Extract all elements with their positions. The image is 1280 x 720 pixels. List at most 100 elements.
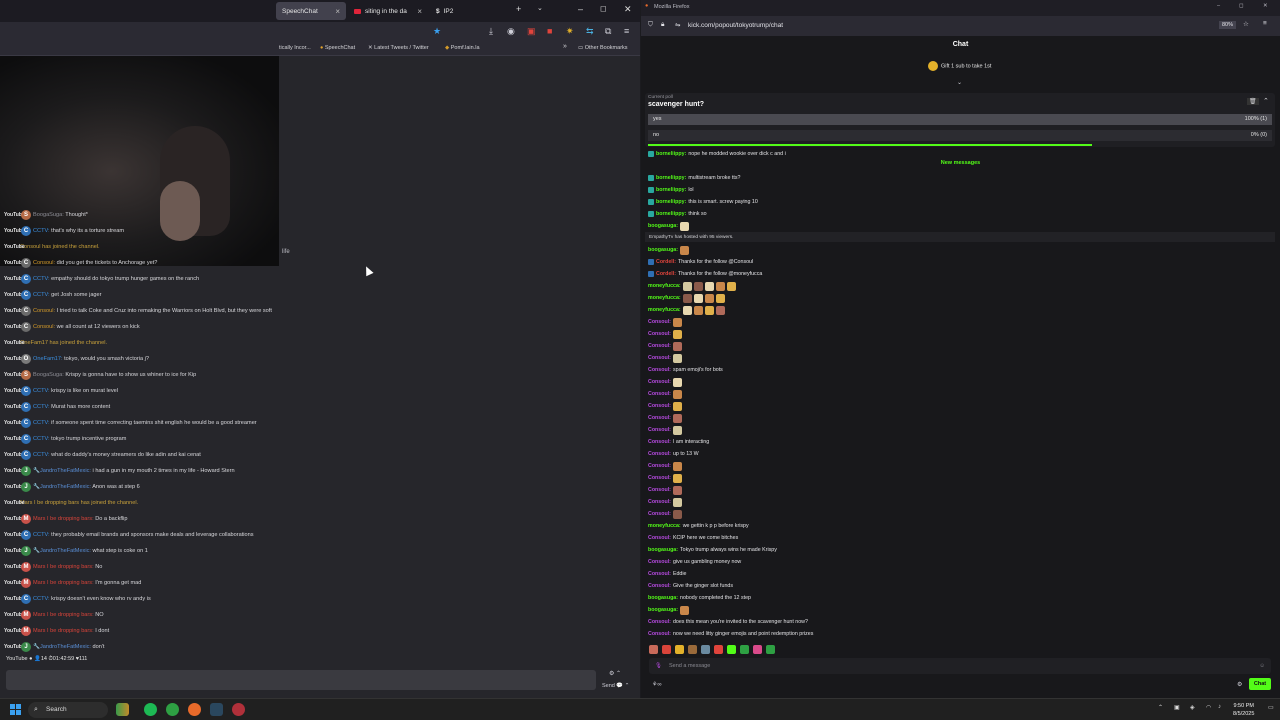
tray-app-icon[interactable]: ◈ — [1190, 704, 1195, 711]
taskbar-clock[interactable]: 9:50 PM 8/5/2025 — [1233, 702, 1254, 718]
chat-username[interactable]: Consoul: — [648, 367, 671, 373]
wifi-icon[interactable]: ◠ — [1206, 704, 1211, 711]
zoom-level[interactable]: 80% — [1219, 21, 1237, 29]
obs-icon[interactable] — [232, 703, 245, 716]
chat-username[interactable]: moneyfucca: — [648, 307, 681, 313]
settings-icon[interactable]: ⚙ — [1237, 681, 1242, 688]
menu-icon[interactable]: ≡ — [624, 26, 629, 36]
chat-username[interactable]: Consoul: — [648, 571, 671, 577]
chat-username[interactable]: CCTV: — [33, 452, 50, 458]
chat-username[interactable]: boogasuga: — [648, 607, 678, 613]
poll-option-yes[interactable]: yes 100% (1) — [648, 114, 1272, 125]
chat-username[interactable]: Cordell: — [656, 271, 676, 277]
windows-start-icon[interactable] — [10, 704, 21, 715]
chat-username[interactable]: borneliippy: — [656, 199, 686, 205]
chat-username[interactable]: Mars I be dropping bars: — [33, 628, 94, 634]
chat-username[interactable]: CCTV: — [33, 436, 50, 442]
chat-username[interactable]: CCTV: — [33, 404, 50, 410]
translate-icon[interactable]: ⇆ — [586, 26, 594, 37]
minimize-icon[interactable]: – — [578, 4, 583, 14]
chat-username[interactable]: Mars I be dropping bars: — [33, 612, 94, 618]
emote-icon[interactable] — [662, 645, 671, 654]
emote-icon[interactable] — [766, 645, 775, 654]
url-bar[interactable]: ⛉ 🔒︎ ⇋ kick.com/popout/tokyotrump/chat 8… — [641, 16, 1280, 36]
message-input[interactable]: 🎙︎ Send a message ☺ — [649, 658, 1271, 674]
chat-username[interactable]: Consoul: — [648, 427, 671, 433]
download-icon[interactable]: ⤓ — [489, 26, 493, 37]
chat-username[interactable]: Consoul: — [648, 451, 671, 457]
volume-icon[interactable]: ♪ — [1218, 704, 1221, 710]
tab-ip2[interactable]: $ IP2 — [430, 2, 510, 20]
chat-username[interactable]: boogasuga: — [648, 247, 678, 253]
send-button[interactable]: Send 💬 ⌃ — [602, 683, 629, 689]
tab-youtube[interactable]: siting in the da × — [348, 2, 428, 20]
app-icon[interactable] — [166, 703, 179, 716]
ublock-icon[interactable]: ■ — [547, 26, 552, 36]
chat-username[interactable]: BoogaSuga: — [33, 372, 64, 378]
chat-username[interactable]: 🔧JandroTheFatMexic: — [33, 644, 91, 650]
chat-username[interactable]: Consoul: — [648, 319, 671, 325]
menu-icon[interactable]: ≡ — [1263, 20, 1267, 27]
chat-username[interactable]: 🔧JandroTheFatMexic: — [33, 548, 91, 554]
emote-icon[interactable] — [727, 645, 736, 654]
sun-icon[interactable]: ✷ — [566, 26, 574, 37]
emote-icon[interactable] — [675, 645, 684, 654]
tray-app-icon[interactable]: ▣ — [1174, 704, 1180, 711]
chat-username[interactable]: Consoul: — [33, 308, 55, 314]
emote-icon[interactable] — [753, 645, 762, 654]
chat-username[interactable]: Consoul: — [648, 535, 671, 541]
more-bookmarks-icon[interactable]: » — [563, 43, 567, 50]
chat-username[interactable]: boogasuga: — [648, 547, 678, 553]
chat-username[interactable]: Cordell: — [656, 259, 676, 265]
chat-username[interactable]: borneliippy: — [656, 151, 686, 157]
chat-send-button[interactable]: Chat — [1249, 678, 1271, 690]
chat-username[interactable]: BoogaSuga: — [33, 212, 64, 218]
chat-username[interactable]: 🔧JandroTheFatMexic: — [33, 484, 91, 490]
chat-username[interactable]: Consoul: — [648, 487, 671, 493]
chat-username[interactable]: Mars I be dropping bars: — [33, 564, 94, 570]
collapse-icon[interactable]: ⌃ — [1263, 97, 1269, 105]
emoji-icon[interactable]: ☺ — [1259, 658, 1265, 674]
chat-username[interactable]: Consoul: — [648, 331, 671, 337]
mic-icon[interactable]: 🎙︎ — [655, 658, 662, 674]
chat-username[interactable]: Consoul: — [33, 260, 55, 266]
chat-username[interactable]: CCTV: — [33, 228, 50, 234]
chat-username[interactable]: Consoul: — [648, 463, 671, 469]
gift-sub-banner[interactable]: Gift 1 sub to take 1st — [928, 61, 991, 71]
chat-username[interactable]: borneliippy: — [656, 211, 686, 217]
close-window-icon[interactable]: ✕ — [1263, 3, 1268, 9]
spotify-icon[interactable] — [144, 703, 157, 716]
account-icon[interactable]: ◉ — [507, 26, 515, 37]
close-window-icon[interactable]: ✕ — [624, 4, 632, 15]
bookmark-item[interactable]: tically Incor... — [279, 45, 311, 51]
tab-speechchat[interactable]: SpeechChat × — [276, 2, 346, 20]
chat-username[interactable]: Consoul: — [648, 379, 671, 385]
widgets-icon[interactable] — [116, 703, 129, 716]
chat-username[interactable]: 🔧JandroTheFatMexic: — [33, 468, 91, 474]
chat-username[interactable]: Consoul: — [648, 355, 671, 361]
puzzle-icon[interactable]: ⧉ — [605, 26, 611, 37]
chat-username[interactable]: CCTV: — [33, 532, 50, 538]
left-chat-input[interactable] — [6, 670, 596, 690]
chat-username[interactable]: Consoul: — [648, 391, 671, 397]
points-icon[interactable]: ⚘∞ — [652, 681, 662, 688]
chat-username[interactable]: Consoul: — [648, 499, 671, 505]
new-tab-icon[interactable]: + — [516, 4, 521, 14]
maximize-icon[interactable]: ◻ — [1239, 3, 1244, 9]
chevron-down-icon[interactable]: ⌄ — [957, 79, 962, 86]
chat-username[interactable]: CCTV: — [33, 420, 50, 426]
chat-username[interactable]: boogasuga: — [648, 223, 678, 229]
page-info-icon[interactable]: ⇋ — [675, 21, 680, 29]
url-text[interactable]: kick.com/popout/tokyotrump/chat — [688, 22, 783, 29]
chat-username[interactable]: Consoul: — [33, 324, 55, 330]
tray-chevron-icon[interactable]: ⌃ — [1158, 704, 1163, 711]
chat-username[interactable]: boogasuga: — [648, 595, 678, 601]
extension-icon[interactable]: ▣ — [527, 26, 536, 37]
emote-icon[interactable] — [714, 645, 723, 654]
chat-username[interactable]: Mars I be dropping bars: — [33, 580, 94, 586]
chat-username[interactable]: CCTV: — [33, 388, 50, 394]
shield-icon[interactable]: ⛉ — [648, 21, 653, 29]
maximize-icon[interactable]: ◻ — [600, 4, 607, 13]
chat-username[interactable]: Consoul: — [648, 559, 671, 565]
chat-username[interactable]: Consoul: — [648, 343, 671, 349]
